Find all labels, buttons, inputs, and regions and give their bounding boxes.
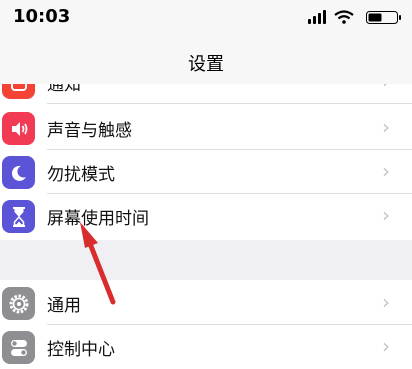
cellular-signal-icon bbox=[308, 10, 328, 24]
chevron-right-icon: › bbox=[382, 115, 390, 139]
settings-item-label: 控制中心 bbox=[47, 340, 115, 360]
speaker-icon bbox=[2, 112, 35, 145]
battery-icon bbox=[366, 11, 401, 24]
settings-item-label: 声音与触感 bbox=[47, 121, 132, 141]
page-title: 设置 bbox=[188, 54, 224, 75]
chevron-right-icon: › bbox=[382, 203, 390, 227]
settings-group-primary: 通知 › 声音与触感 › 勿扰模式 › bbox=[0, 84, 412, 240]
settings-item-label: 屏幕使用时间 bbox=[47, 209, 149, 229]
settings-item-label: 通用 bbox=[47, 296, 81, 316]
moon-icon bbox=[2, 156, 35, 189]
hourglass-icon bbox=[2, 200, 35, 233]
gear-icon bbox=[2, 287, 35, 320]
notification-icon bbox=[2, 84, 35, 99]
settings-item-control-center[interactable]: 控制中心 › bbox=[0, 325, 412, 369]
toggle-icon bbox=[2, 331, 35, 364]
settings-item-label: 通知 bbox=[47, 84, 81, 95]
status-bar: 10:03 bbox=[0, 0, 412, 36]
navigation-bar: 设置 bbox=[0, 36, 412, 85]
chevron-right-icon: › bbox=[382, 159, 390, 183]
settings-item-sounds[interactable]: 声音与触感 › bbox=[0, 106, 412, 150]
chevron-right-icon: › bbox=[382, 84, 390, 93]
settings-item-notifications[interactable]: 通知 › bbox=[0, 84, 412, 104]
settings-item-general[interactable]: 通用 › bbox=[0, 281, 412, 325]
settings-group-secondary: 通用 › 控制中心 › bbox=[0, 280, 412, 369]
chevron-right-icon: › bbox=[382, 290, 390, 314]
chevron-right-icon: › bbox=[382, 334, 390, 358]
wifi-icon bbox=[334, 10, 354, 24]
settings-item-label: 勿扰模式 bbox=[47, 165, 115, 185]
settings-item-screen-time[interactable]: 屏幕使用时间 › bbox=[0, 194, 412, 238]
settings-item-do-not-disturb[interactable]: 勿扰模式 › bbox=[0, 150, 412, 194]
status-time: 10:03 bbox=[13, 6, 71, 27]
